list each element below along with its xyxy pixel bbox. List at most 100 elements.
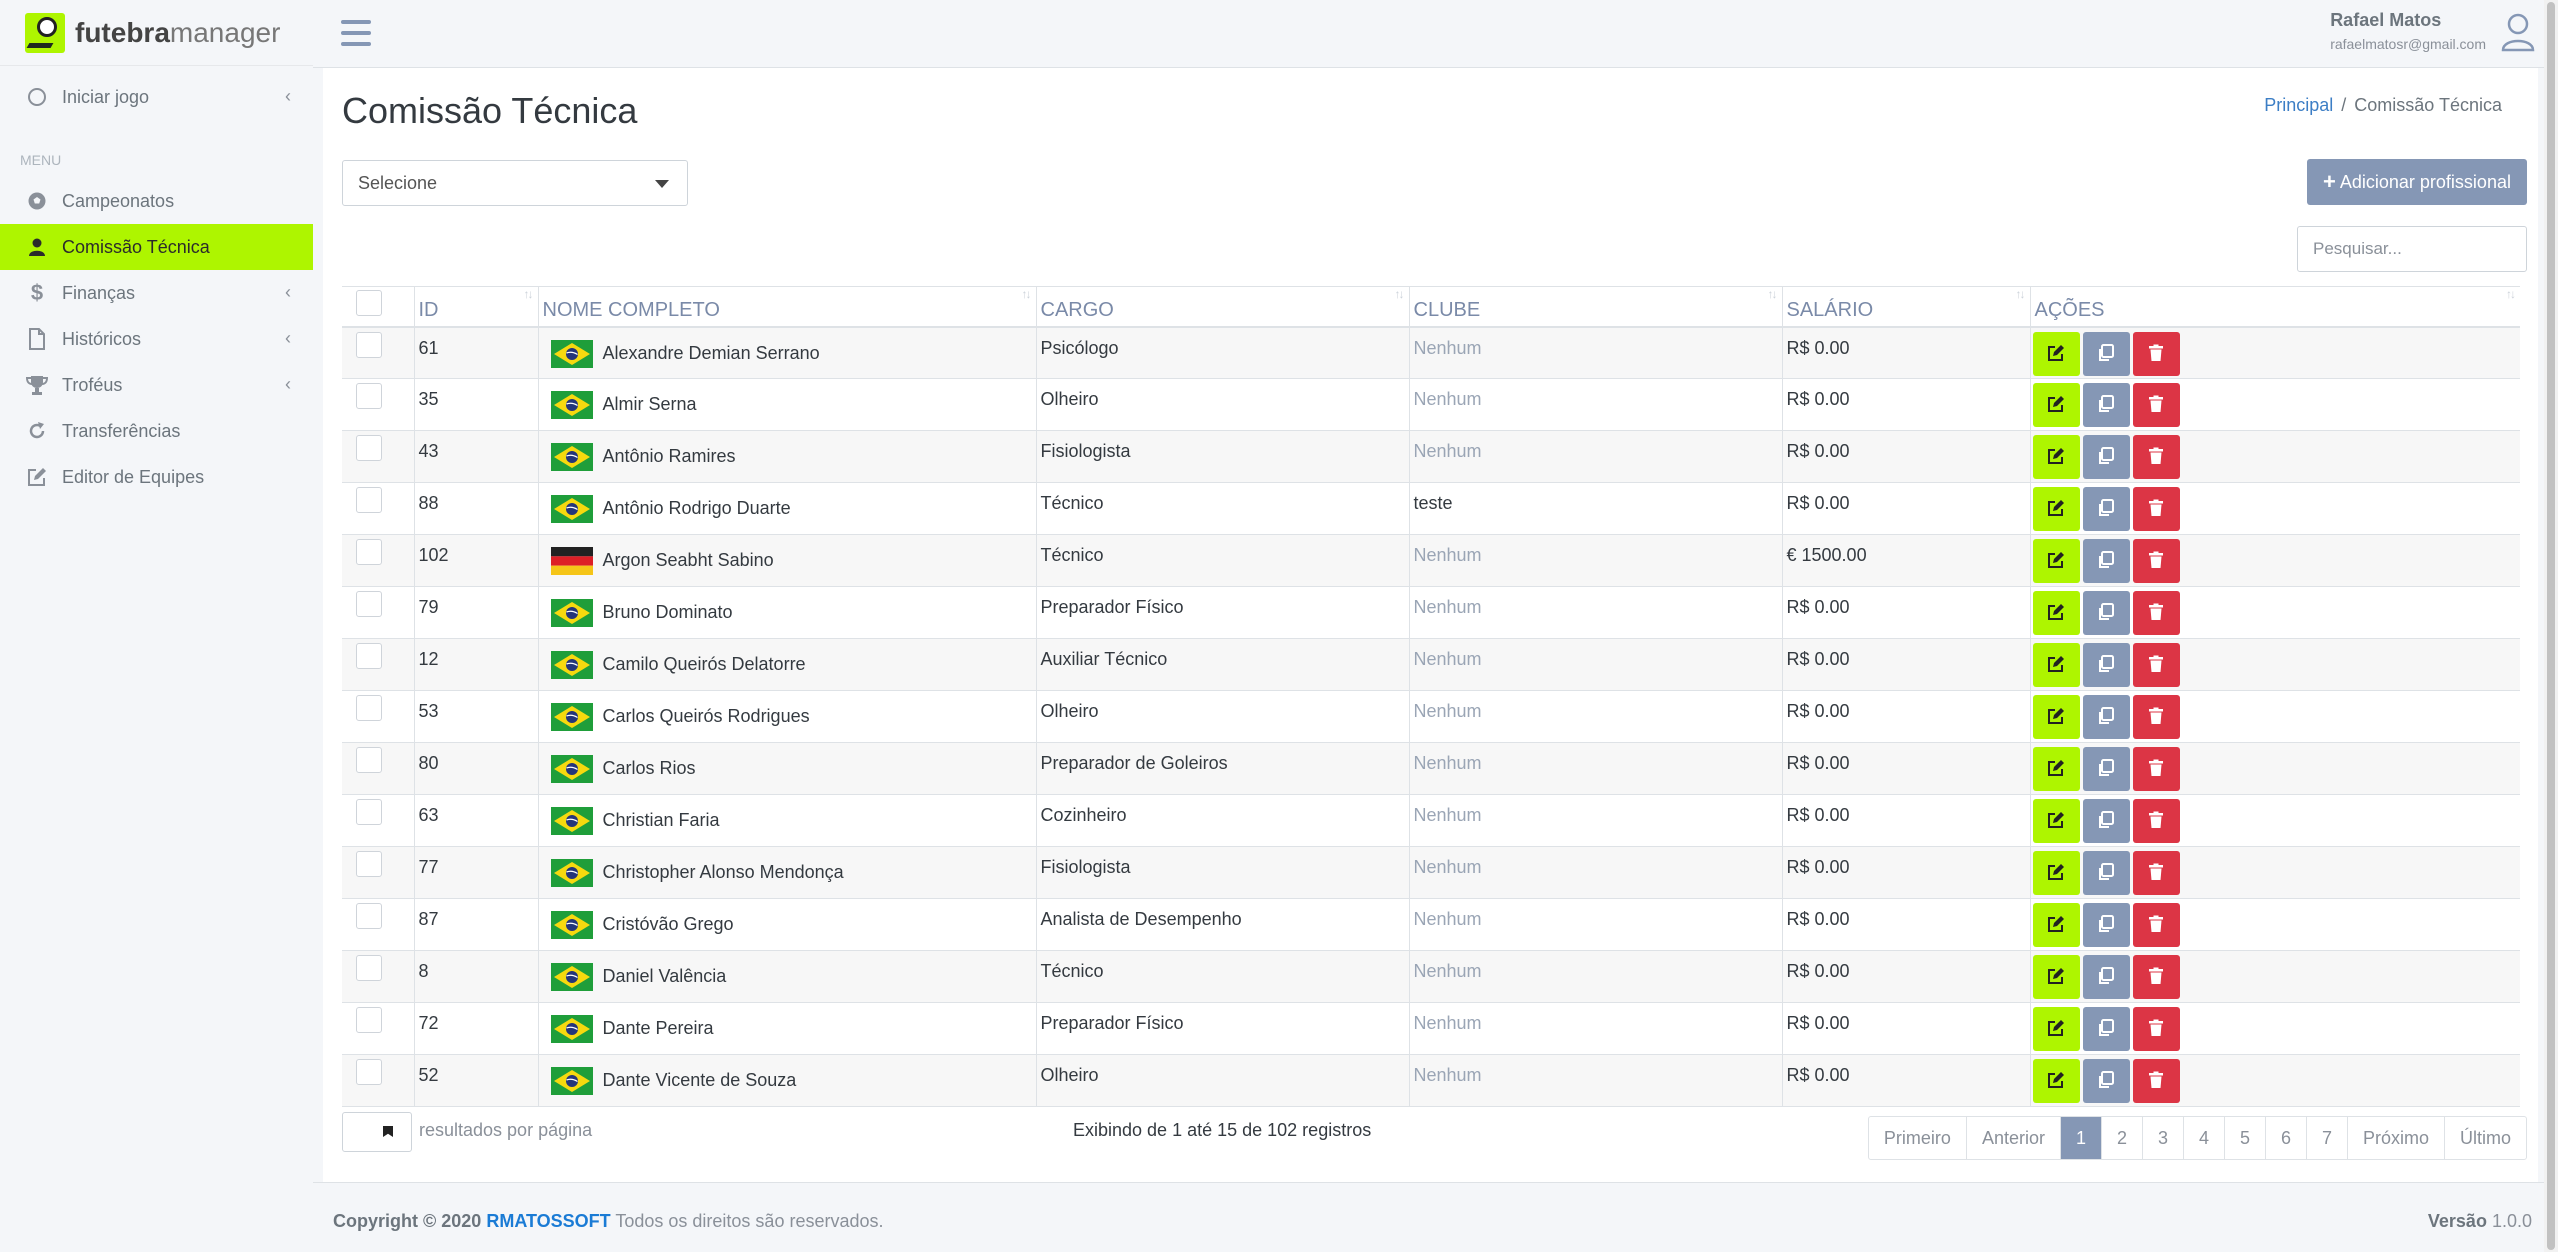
delete-button[interactable]: [2132, 539, 2180, 583]
edit-button[interactable]: [2032, 747, 2080, 791]
pagination-prev[interactable]: Anterior: [1965, 1117, 2060, 1159]
delete-button[interactable]: [2132, 591, 2180, 635]
sidebar-item-campeonatos[interactable]: Campeonatos: [0, 178, 313, 224]
row-checkbox[interactable]: [356, 591, 382, 617]
copy-button[interactable]: [2082, 591, 2130, 635]
copy-button[interactable]: [2082, 851, 2130, 895]
hamburger-menu-icon[interactable]: [341, 20, 371, 46]
pagination-page[interactable]: 2: [2100, 1117, 2142, 1159]
filter-select[interactable]: Selecione: [342, 160, 688, 206]
edit-button[interactable]: [2032, 539, 2080, 583]
copy-button[interactable]: [2082, 903, 2130, 947]
edit-button[interactable]: [2032, 695, 2080, 739]
edit-button[interactable]: [2032, 955, 2080, 999]
user-info[interactable]: Rafael Matos rafaelmatosr@gmail.com: [2330, 10, 2486, 52]
pagination-page[interactable]: 7: [2305, 1117, 2347, 1159]
page-scrollbar[interactable]: [2544, 0, 2558, 1252]
edit-button[interactable]: [2032, 487, 2080, 531]
column-header-id[interactable]: ID ↑↓: [413, 286, 538, 328]
delete-button[interactable]: [2132, 955, 2180, 999]
trophy-icon: [24, 374, 50, 396]
row-checkbox[interactable]: [356, 903, 382, 929]
column-header-acoes[interactable]: AÇÕES ↑↓: [2029, 286, 2520, 328]
copy-button[interactable]: [2082, 331, 2130, 376]
copy-button[interactable]: [2082, 643, 2130, 687]
row-checkbox[interactable]: [356, 487, 382, 513]
edit-button[interactable]: [2032, 903, 2080, 947]
user-avatar-icon[interactable]: [2500, 12, 2536, 52]
per-page-select[interactable]: [342, 1112, 412, 1152]
edit-button[interactable]: [2032, 1059, 2080, 1103]
copy-button[interactable]: [2082, 955, 2130, 999]
delete-button[interactable]: [2132, 851, 2180, 895]
row-checkbox[interactable]: [356, 435, 382, 461]
column-header-cargo[interactable]: CARGO ↑↓: [1035, 286, 1409, 328]
sidebar-item-comissao-tecnica[interactable]: Comissão Técnica: [0, 224, 313, 270]
row-checkbox[interactable]: [356, 799, 382, 825]
row-checkbox[interactable]: [356, 331, 382, 358]
sidebar-item-iniciar-jogo[interactable]: Iniciar jogo ‹: [0, 74, 313, 120]
add-professional-button[interactable]: + Adicionar profissional: [2307, 159, 2527, 205]
pagination-next[interactable]: Próximo: [2346, 1117, 2444, 1159]
delete-button[interactable]: [2132, 695, 2180, 739]
row-checkbox[interactable]: [356, 643, 382, 669]
sidebar-item-financas[interactable]: $ Finanças ‹: [0, 270, 313, 316]
delete-button[interactable]: [2132, 1059, 2180, 1103]
pagination-page[interactable]: 1: [2059, 1117, 2101, 1159]
column-header-name[interactable]: NOME COMPLETO ↑↓: [537, 286, 1036, 328]
main-content: Comissão Técnica Principal / Comissão Técn…: [323, 68, 2538, 1182]
delete-button[interactable]: [2132, 903, 2180, 947]
pagination-page[interactable]: 6: [2264, 1117, 2306, 1159]
row-checkbox[interactable]: [356, 955, 382, 981]
brand[interactable]: futebramanager: [0, 0, 313, 66]
sidebar-item-transferencias[interactable]: Transferências: [0, 408, 313, 454]
breadcrumb-home-link[interactable]: Principal: [2264, 95, 2333, 115]
copy-button[interactable]: [2082, 799, 2130, 843]
copy-button[interactable]: [2082, 1059, 2130, 1103]
delete-button[interactable]: [2132, 799, 2180, 843]
row-checkbox[interactable]: [356, 1059, 382, 1085]
copy-button[interactable]: [2082, 435, 2130, 479]
row-checkbox[interactable]: [356, 695, 382, 721]
pagination-page[interactable]: 5: [2223, 1117, 2265, 1159]
row-checkbox[interactable]: [356, 747, 382, 773]
edit-button[interactable]: [2032, 383, 2080, 427]
row-select-cell: [342, 950, 414, 1003]
column-header-clube[interactable]: CLUBE ↑↓: [1408, 286, 1782, 328]
search-input[interactable]: [2297, 226, 2527, 272]
copy-button[interactable]: [2082, 747, 2130, 791]
copy-button[interactable]: [2082, 539, 2130, 583]
copy-button[interactable]: [2082, 1007, 2130, 1051]
delete-button[interactable]: [2132, 643, 2180, 687]
edit-button[interactable]: [2032, 851, 2080, 895]
row-checkbox[interactable]: [356, 1007, 382, 1033]
sidebar-item-trofeus[interactable]: Troféus ‹: [0, 362, 313, 408]
edit-button[interactable]: [2032, 643, 2080, 687]
select-all-checkbox[interactable]: [356, 289, 382, 316]
sidebar-item-historicos[interactable]: Históricos ‹: [0, 316, 313, 362]
pagination-page[interactable]: 3: [2141, 1117, 2183, 1159]
copy-button[interactable]: [2082, 487, 2130, 531]
delete-button[interactable]: [2132, 747, 2180, 791]
company-link[interactable]: RMATOSSOFT: [486, 1211, 610, 1231]
column-header-salario[interactable]: SALÁRIO ↑↓: [1781, 286, 2030, 328]
edit-button[interactable]: [2032, 591, 2080, 635]
edit-button[interactable]: [2032, 1007, 2080, 1051]
delete-button[interactable]: [2132, 487, 2180, 531]
delete-button[interactable]: [2132, 331, 2180, 376]
copy-button[interactable]: [2082, 695, 2130, 739]
delete-button[interactable]: [2132, 1007, 2180, 1051]
row-checkbox[interactable]: [356, 539, 382, 565]
delete-button[interactable]: [2132, 383, 2180, 427]
row-checkbox[interactable]: [356, 851, 382, 877]
delete-button[interactable]: [2132, 435, 2180, 479]
row-checkbox[interactable]: [356, 383, 382, 409]
pagination-first[interactable]: Primeiro: [1869, 1117, 1966, 1159]
pagination-page[interactable]: 4: [2182, 1117, 2224, 1159]
edit-button[interactable]: [2032, 331, 2080, 376]
pagination-last[interactable]: Último: [2443, 1117, 2526, 1159]
edit-button[interactable]: [2032, 435, 2080, 479]
sidebar-item-editor-de-equipes[interactable]: Editor de Equipes: [0, 454, 313, 500]
copy-button[interactable]: [2082, 383, 2130, 427]
edit-button[interactable]: [2032, 799, 2080, 843]
